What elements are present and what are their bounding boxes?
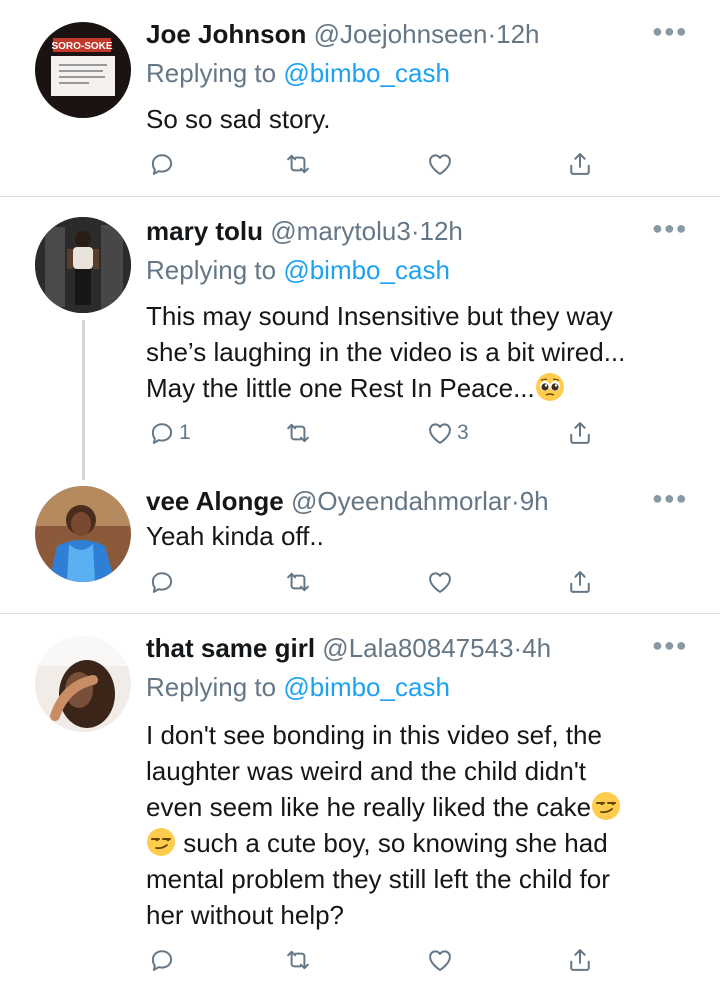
tweet-text: I don't see bonding in this video sef, t…	[146, 717, 686, 933]
avatar[interactable]	[35, 217, 131, 313]
tweet-text-line-with-emoji: such a cute boy, so knowing she had	[146, 825, 686, 861]
retweet-icon	[284, 150, 312, 178]
tweet-text-line: laughter was weird and the child didn't	[146, 756, 587, 786]
smirk-emoji	[146, 827, 176, 857]
reply-icon	[148, 150, 176, 178]
reply-button[interactable]	[148, 148, 179, 180]
tweet-header: that same girl @Lala80847543·4h	[146, 631, 551, 665]
separator-dot: ·	[511, 486, 520, 516]
like-icon	[426, 150, 454, 178]
handle[interactable]: @Joejohnseen	[314, 19, 488, 49]
tweet-actions	[146, 944, 606, 976]
share-button[interactable]	[566, 148, 594, 180]
tweet-text-line: mental problem they still left the child…	[146, 864, 610, 894]
tweet[interactable]: SORO-SOKE Joe Johnson @Joejohnseen·12h ●…	[0, 0, 720, 196]
tweet[interactable]: vee Alonge @Oyeendahmorlar·9h ●●● Yeah k…	[0, 480, 720, 613]
retweet-icon	[284, 946, 312, 974]
display-name[interactable]: Joe Johnson	[146, 19, 306, 49]
tweet-text: This may sound Insensitive but they way …	[146, 298, 686, 406]
reply-button[interactable]	[148, 944, 179, 976]
share-icon	[566, 946, 594, 974]
retweet-button[interactable]	[284, 566, 315, 598]
share-button[interactable]	[566, 566, 594, 598]
like-button[interactable]	[426, 148, 457, 180]
replying-to: Replying to @bimbo_cash	[146, 56, 450, 90]
tweet-actions	[146, 148, 606, 180]
tweet-text-segment: such a cute boy, so knowing she had	[176, 828, 608, 858]
avatar[interactable]	[35, 486, 131, 582]
replying-to-link[interactable]: @bimbo_cash	[283, 255, 450, 285]
avatar[interactable]	[35, 636, 131, 732]
reply-count: 1	[179, 421, 191, 444]
pleading-face-emoji	[535, 372, 565, 402]
timestamp[interactable]: 4h	[522, 633, 551, 663]
tweet-text-segment: even seem like he really liked the cake	[146, 792, 592, 822]
tweet-text-line: her without help?	[146, 900, 345, 930]
share-icon	[566, 419, 594, 447]
handle[interactable]: @marytolu3	[270, 216, 411, 246]
like-button[interactable]	[426, 566, 457, 598]
tweet-text-line: she’s laughing in the video is a bit wir…	[146, 337, 626, 367]
tweet-text-segment: May the little one Rest In Peace...	[146, 373, 535, 403]
share-button[interactable]	[566, 417, 594, 449]
display-name[interactable]: that same girl	[146, 633, 315, 663]
smirk-emoji	[591, 791, 621, 821]
reply-button[interactable]: 1	[148, 417, 191, 449]
replying-prefix: Replying to	[146, 672, 284, 702]
replying-to: Replying to @bimbo_cash	[146, 670, 450, 704]
share-icon	[566, 568, 594, 596]
like-button[interactable]: 3	[426, 417, 469, 449]
separator-dot: ·	[487, 19, 497, 49]
tweet-actions: 1 3	[146, 417, 606, 449]
retweet-button[interactable]	[284, 944, 315, 976]
replying-to: Replying to @bimbo_cash	[146, 253, 450, 287]
like-icon	[426, 946, 454, 974]
like-icon	[426, 568, 454, 596]
tweet-header: mary tolu @marytolu3·12h	[146, 214, 463, 248]
reply-icon	[148, 419, 176, 447]
tweet-text: Yeah kinda off..	[146, 521, 324, 551]
share-icon	[566, 150, 594, 178]
timestamp[interactable]: 9h	[520, 486, 549, 516]
replying-prefix: Replying to	[146, 58, 284, 88]
like-button[interactable]	[426, 944, 457, 976]
separator-dot: ·	[513, 633, 523, 663]
like-icon	[426, 419, 454, 447]
replying-prefix: Replying to	[146, 255, 284, 285]
handle[interactable]: @Oyeendahmorlar	[291, 486, 511, 516]
more-icon[interactable]: ●●●	[652, 21, 688, 42]
tweet-header: vee Alonge @Oyeendahmorlar·9h	[146, 484, 549, 518]
timestamp[interactable]: 12h	[420, 216, 463, 246]
tweet-text-line-with-emoji: May the little one Rest In Peace...	[146, 370, 686, 406]
display-name[interactable]: mary tolu	[146, 216, 263, 246]
replying-to-link[interactable]: @bimbo_cash	[283, 58, 450, 88]
more-icon[interactable]: ●●●	[652, 488, 688, 509]
tweet-text-line: I don't see bonding in this video sef, t…	[146, 720, 602, 750]
tweet-text: So so sad story.	[146, 104, 331, 134]
retweet-button[interactable]	[284, 148, 315, 180]
avatar[interactable]: SORO-SOKE	[35, 22, 131, 118]
tweet-header: Joe Johnson @Joejohnseen·12h	[146, 17, 540, 51]
tweet-text-line: This may sound Insensitive but they way	[146, 301, 613, 331]
handle[interactable]: @Lala80847543	[322, 633, 513, 663]
tweet[interactable]: mary tolu @marytolu3·12h ●●● Replying to…	[0, 197, 720, 480]
more-icon[interactable]: ●●●	[652, 218, 688, 239]
like-count: 3	[457, 421, 469, 444]
reply-icon	[148, 568, 176, 596]
retweet-button[interactable]	[284, 417, 315, 449]
share-button[interactable]	[566, 944, 594, 976]
avatar-logo-text: SORO-SOKE	[51, 41, 112, 52]
reply-button[interactable]	[148, 566, 179, 598]
reply-icon	[148, 946, 176, 974]
timestamp[interactable]: 12h	[496, 19, 539, 49]
retweet-icon	[284, 568, 312, 596]
replying-to-link[interactable]: @bimbo_cash	[283, 672, 450, 702]
display-name[interactable]: vee Alonge	[146, 486, 284, 516]
tweet-actions	[146, 566, 606, 598]
tweet[interactable]: that same girl @Lala80847543·4h ●●● Repl…	[0, 614, 720, 988]
separator-dot: ·	[410, 216, 420, 246]
retweet-icon	[284, 419, 312, 447]
tweet-text-line-with-emoji: even seem like he really liked the cake	[146, 789, 686, 825]
more-icon[interactable]: ●●●	[652, 635, 688, 656]
